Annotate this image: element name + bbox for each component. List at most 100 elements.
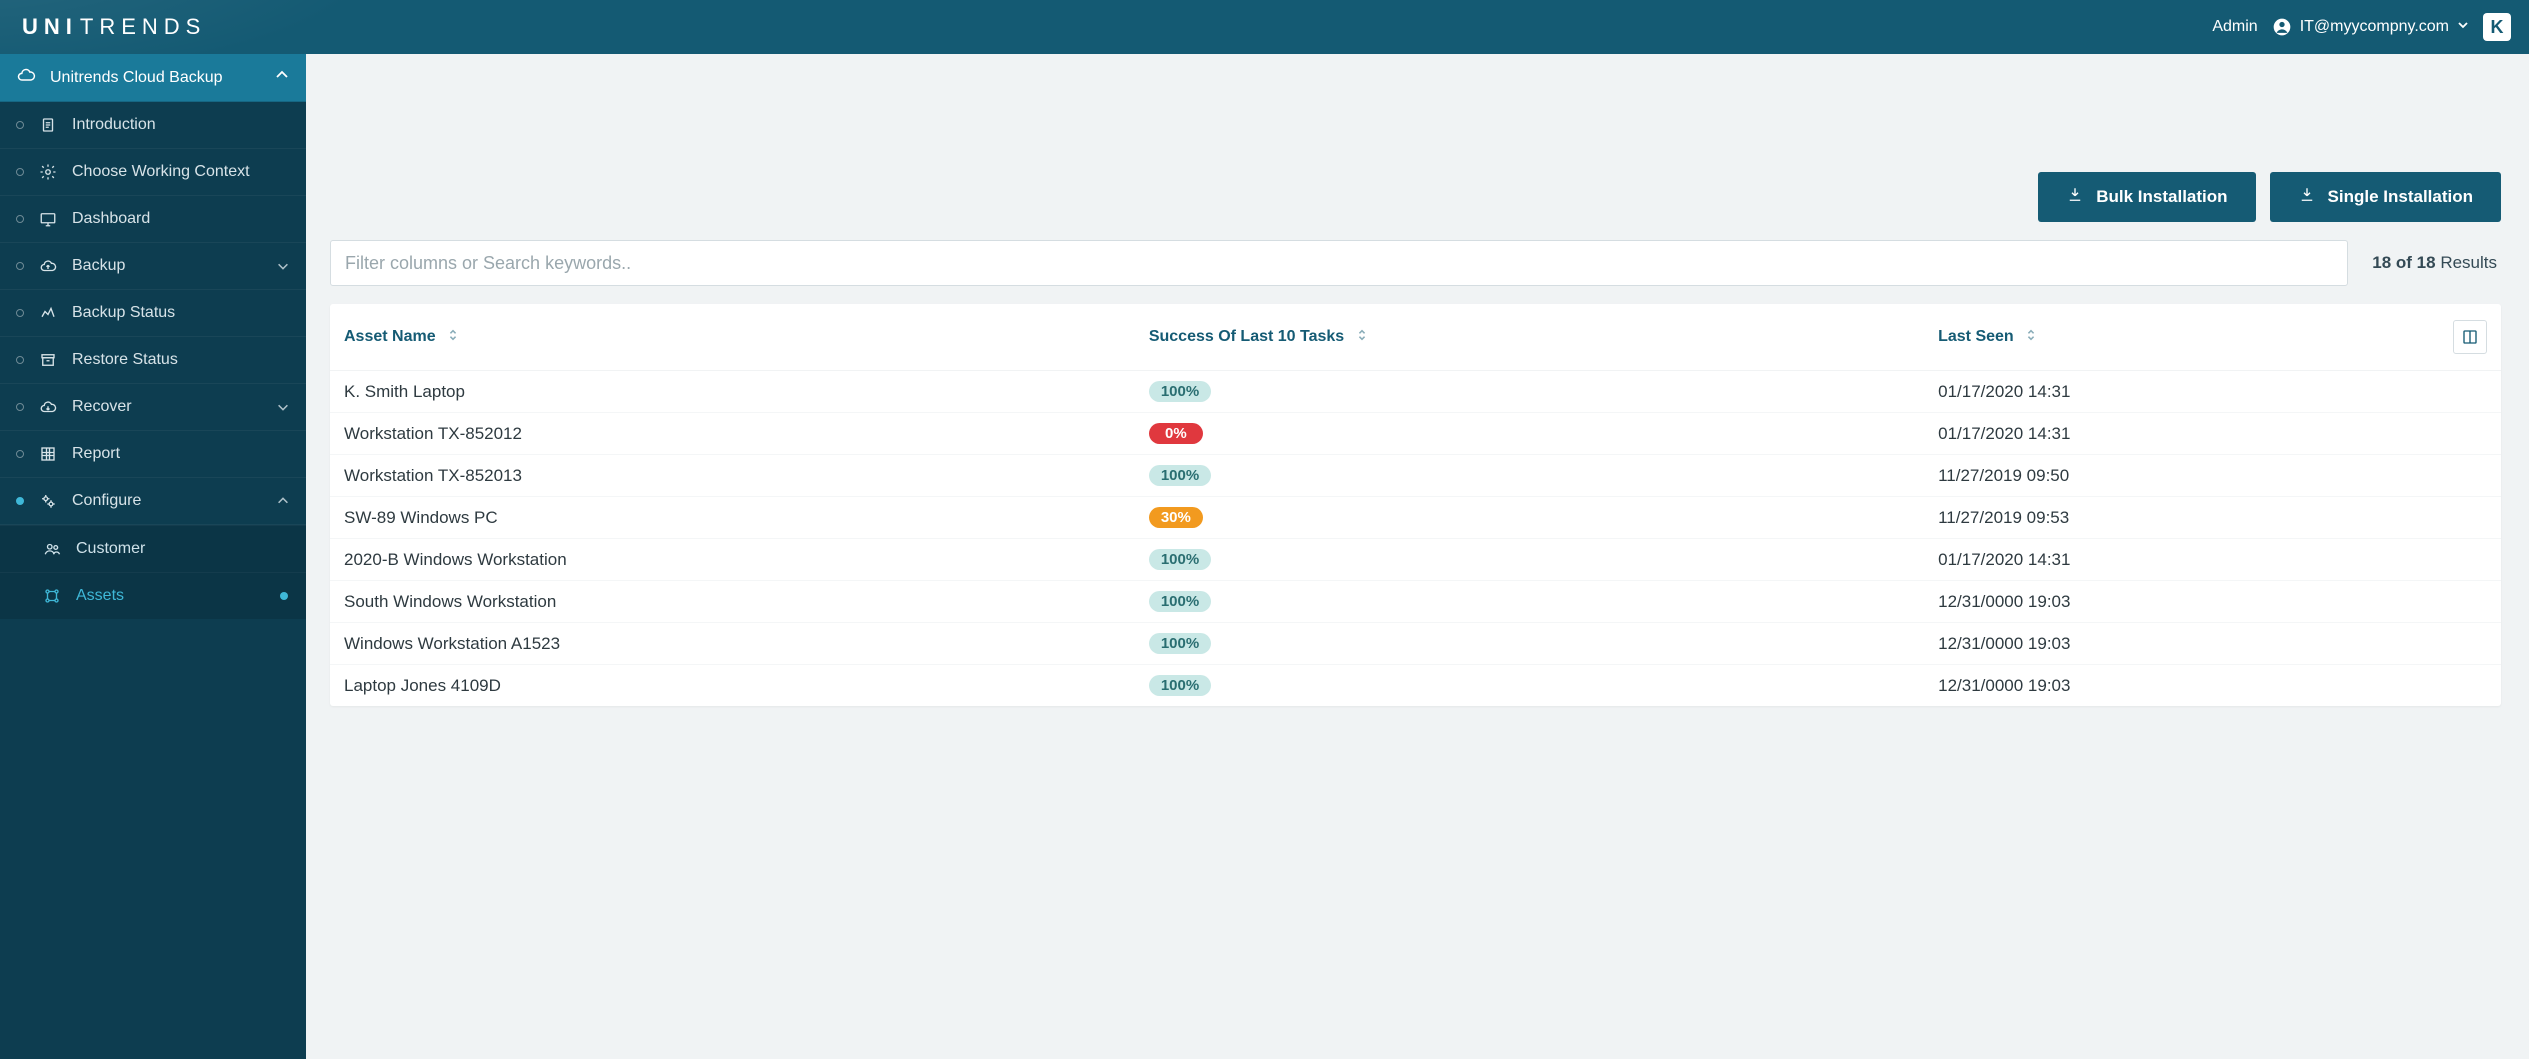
search-input[interactable]	[330, 240, 2348, 286]
action-toolbar: Bulk Installation Single Installation	[306, 54, 2517, 240]
cell-actions	[2439, 623, 2501, 665]
sidebar-item-label: Recover	[72, 398, 262, 416]
cell-asset-name: 2020-B Windows Workstation	[330, 539, 1135, 581]
download-icon	[2298, 186, 2316, 209]
cell-asset-name: SW-89 Windows PC	[330, 497, 1135, 539]
sidebar-item-label: Backup Status	[72, 304, 290, 322]
sidebar-section-header[interactable]: Unitrends Cloud Backup	[0, 54, 306, 102]
sidebar-item-label: Restore Status	[72, 351, 290, 369]
cell-last-seen: 12/31/0000 19:03	[1924, 623, 2439, 665]
sidebar-item-backup[interactable]: Backup	[0, 243, 306, 290]
brand-logo: UNITRENDS	[22, 14, 206, 40]
bullet-icon	[16, 215, 24, 223]
cell-last-seen: 11/27/2019 09:50	[1924, 455, 2439, 497]
archive-icon	[38, 351, 58, 369]
user-icon	[2272, 17, 2292, 37]
cell-last-seen: 01/17/2020 14:31	[1924, 413, 2439, 455]
table-row[interactable]: K. Smith Laptop100%01/17/2020 14:31	[330, 371, 2501, 413]
role-label: Admin	[2212, 18, 2257, 36]
status-badge: 30%	[1149, 507, 1203, 528]
sidebar-item-report[interactable]: Report	[0, 431, 306, 478]
sidebar-item-recover[interactable]: Recover	[0, 384, 306, 431]
cell-last-seen: 01/17/2020 14:31	[1924, 539, 2439, 581]
status-badge: 100%	[1149, 381, 1211, 402]
bulk-installation-label: Bulk Installation	[2096, 187, 2227, 207]
cell-actions	[2439, 455, 2501, 497]
user-menu[interactable]: IT@myycompny.com	[2272, 17, 2469, 37]
bullet-icon	[16, 403, 24, 411]
cell-asset-name: K. Smith Laptop	[330, 371, 1135, 413]
cell-success: 100%	[1135, 539, 1924, 581]
sidebar-item-restore-status[interactable]: Restore Status	[0, 337, 306, 384]
sidebar: Unitrends Cloud Backup Introduction Choos…	[0, 54, 306, 1059]
sidebar-item-introduction[interactable]: Introduction	[0, 102, 306, 149]
table-row[interactable]: South Windows Workstation100%12/31/0000 …	[330, 581, 2501, 623]
table-row[interactable]: Workstation TX-852013 100% 11/27/2019 09:5…	[330, 455, 2501, 497]
sidebar-item-backup-status[interactable]: Backup Status	[0, 290, 306, 337]
status-badge: 100%	[1149, 591, 1211, 612]
sidebar-item-label: Configure	[72, 492, 262, 510]
sidebar-item-dashboard[interactable]: Dashboard	[0, 196, 306, 243]
cell-asset-name: South Windows Workstation	[330, 581, 1135, 623]
cell-actions	[2439, 371, 2501, 413]
table-row[interactable]: 2020-B Windows Workstation 100% 01/17/2020…	[330, 539, 2501, 581]
chevron-up-icon	[276, 494, 290, 508]
table-row[interactable]: SW-89 Windows PC30%11/27/2019 09:53	[330, 497, 2501, 539]
sidebar-item-label: Report	[72, 445, 290, 463]
gear-icon	[38, 163, 58, 181]
monitor-icon	[38, 210, 58, 228]
cell-last-seen: 12/31/0000 19:03	[1924, 665, 2439, 707]
sort-icon	[1357, 328, 1367, 345]
sidebar-subitem-label: Assets	[76, 587, 124, 605]
bullet-icon	[16, 121, 24, 129]
k-app-icon[interactable]: K	[2483, 13, 2511, 41]
assets-table: Asset Name Success Of Last 10 Tasks	[330, 304, 2501, 706]
sidebar-item-label: Choose Working Context	[72, 163, 290, 181]
caret-down-icon	[2457, 18, 2469, 36]
sidebar-subitem-label: Customer	[76, 540, 145, 558]
cell-actions	[2439, 581, 2501, 623]
sidebar-item-label: Backup	[72, 257, 262, 275]
grid-icon	[38, 445, 58, 463]
bulk-installation-button[interactable]: Bulk Installation	[2038, 172, 2255, 222]
cell-actions	[2439, 413, 2501, 455]
cell-asset-name: Workstation TX-852013	[330, 455, 1135, 497]
download-icon	[2066, 186, 2084, 209]
table-row[interactable]: Windows Workstation A1523 100% 12/31/0000 …	[330, 623, 2501, 665]
cell-success: 100%	[1135, 455, 1924, 497]
cloud-icon	[16, 65, 36, 90]
table-row[interactable]: Laptop Jones 4109D100%12/31/0000 19:03	[330, 665, 2501, 707]
cell-asset-name: Windows Workstation A1523	[330, 623, 1135, 665]
chevron-down-icon	[276, 400, 290, 414]
sidebar-item-choose-working-context[interactable]: Choose Working Context	[0, 149, 306, 196]
brand-uni: UNI	[22, 14, 78, 40]
col-last-seen[interactable]: Last Seen	[1924, 304, 2439, 371]
bullet-icon	[16, 356, 24, 364]
sidebar-item-configure[interactable]: Configure	[0, 478, 306, 525]
single-installation-button[interactable]: Single Installation	[2270, 172, 2501, 222]
cell-asset-name: Laptop Jones 4109D	[330, 665, 1135, 707]
sidebar-subitem-customer[interactable]: Customer	[0, 525, 306, 572]
doc-icon	[38, 116, 58, 134]
table-row[interactable]: Workstation TX-8520120%01/17/2020 14:31	[330, 413, 2501, 455]
cell-actions	[2439, 539, 2501, 581]
status-icon	[38, 304, 58, 322]
col-asset-name[interactable]: Asset Name	[330, 304, 1135, 371]
bullet-icon	[16, 168, 24, 176]
sidebar-item-label: Dashboard	[72, 210, 290, 228]
status-badge: 100%	[1149, 465, 1211, 486]
sort-icon	[448, 328, 458, 345]
active-dot-icon	[280, 592, 288, 600]
sidebar-section-label: Unitrends Cloud Backup	[50, 69, 223, 87]
status-badge: 100%	[1149, 549, 1211, 570]
app-header: UNITRENDS Admin IT@myycompny.com K	[0, 0, 2529, 54]
single-installation-label: Single Installation	[2328, 187, 2473, 207]
col-success[interactable]: Success Of Last 10 Tasks	[1135, 304, 1924, 371]
bullet-icon	[16, 497, 24, 505]
results-count: 18 of 18 Results	[2372, 253, 2501, 273]
column-toggle-button[interactable]	[2453, 320, 2487, 354]
status-badge: 100%	[1149, 633, 1211, 654]
sidebar-subitem-assets[interactable]: Assets	[0, 572, 306, 619]
cell-success: 100%	[1135, 665, 1924, 707]
cell-success: 100%	[1135, 371, 1924, 413]
